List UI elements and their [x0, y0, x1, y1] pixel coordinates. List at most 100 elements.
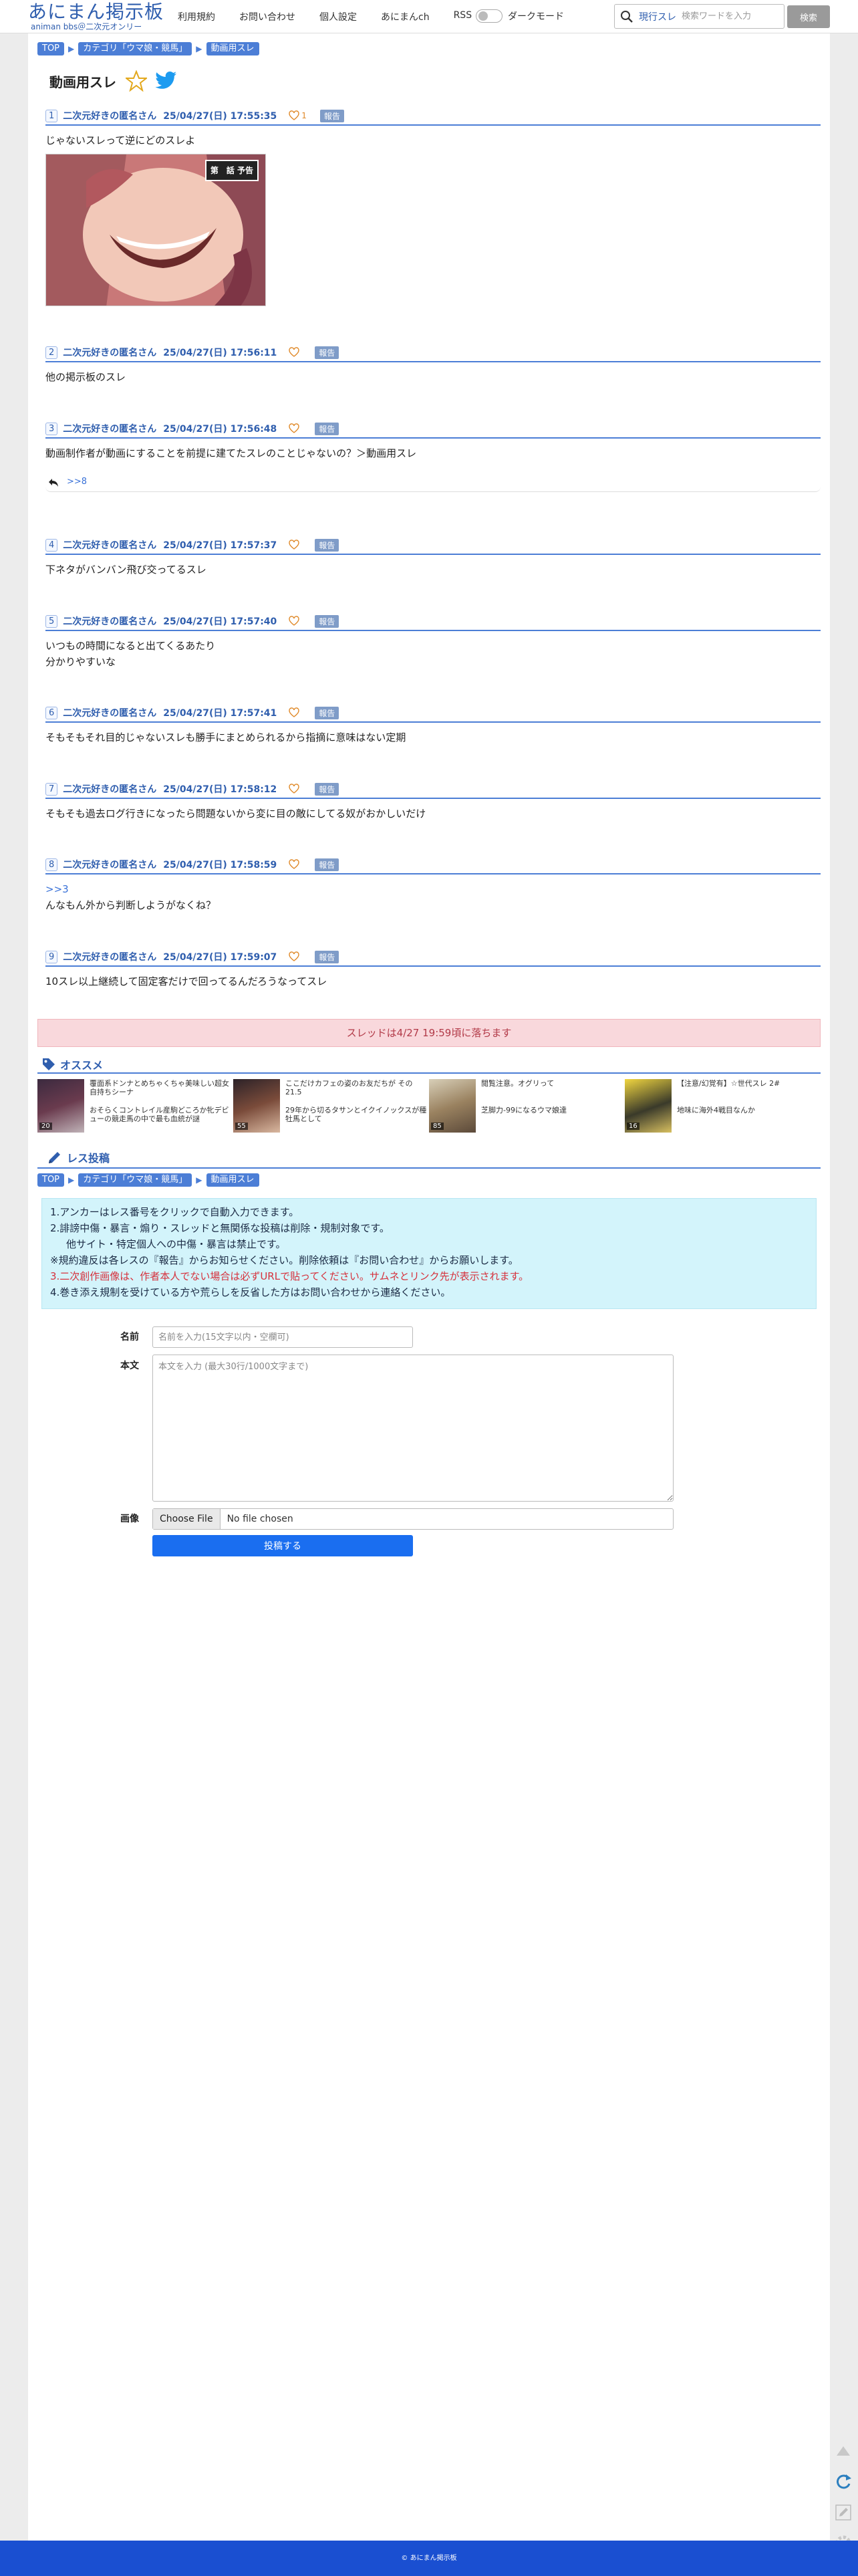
- post-5: 5 二次元好きの匿名さん 25/04/27(日) 17:57:40 報告 いつも…: [37, 612, 821, 670]
- post-date: 25/04/27(日) 17:57:40: [163, 616, 277, 627]
- toggle-switch[interactable]: [476, 9, 503, 23]
- anchor-link[interactable]: >>3: [45, 881, 821, 897]
- favorite-star-icon[interactable]: [124, 70, 148, 92]
- report-button[interactable]: 報告: [319, 109, 344, 122]
- post-header: 4 二次元好きの匿名さん 25/04/27(日) 17:57:37 報告: [45, 536, 821, 555]
- twitter-share-icon[interactable]: [155, 71, 178, 91]
- like-heart-icon[interactable]: [289, 616, 299, 626]
- post-date: 25/04/27(日) 17:58:12: [163, 784, 277, 795]
- post-author: 二次元好きの匿名さん: [63, 708, 157, 719]
- nav-terms[interactable]: 利用規約: [178, 10, 215, 23]
- reload-button[interactable]: [831, 2471, 855, 2495]
- like-heart-icon[interactable]: [289, 347, 299, 358]
- post-form-heading: レス投稿: [37, 1147, 821, 1169]
- breadcrumb-thread[interactable]: 動画用スレ: [206, 1173, 259, 1187]
- post-header: 2 二次元好きの匿名さん 25/04/27(日) 17:56:11 報告: [45, 344, 821, 362]
- comment-count: 16: [627, 1123, 639, 1130]
- search-input[interactable]: [682, 11, 782, 21]
- post-number[interactable]: 9: [45, 950, 58, 963]
- recommend-title-text: おそらくコントレイル産駒どころか牝デビューの競走馬の中で最も血統が謎: [90, 1106, 229, 1123]
- post-image[interactable]: 第 話 予告: [45, 154, 266, 306]
- submit-spacer: [37, 1535, 152, 1556]
- post-number[interactable]: 4: [45, 538, 58, 552]
- post-number[interactable]: 7: [45, 782, 58, 796]
- reply-link[interactable]: >>8: [67, 477, 87, 487]
- search-button[interactable]: 検索: [787, 5, 830, 28]
- write-button[interactable]: [831, 2502, 855, 2526]
- reload-icon: [834, 2472, 853, 2494]
- breadcrumb-top[interactable]: TOP: [37, 1173, 65, 1187]
- report-button[interactable]: 報告: [315, 706, 339, 719]
- file-input[interactable]: Choose File No file chosen: [152, 1508, 674, 1530]
- post-date: 25/04/27(日) 17:59:07: [163, 952, 277, 963]
- site-header: あにまん掲示板 animan bbs＠二次元オンリー 利用規約 お問い合わせ 個…: [0, 0, 858, 33]
- like-heart-icon[interactable]: [289, 707, 299, 718]
- post-author: 二次元好きの匿名さん: [63, 424, 157, 435]
- body-label: 本文: [120, 1361, 139, 1371]
- post-body: じゃないスレって逆にどのスレよ 第 話 予告: [45, 126, 821, 306]
- report-button[interactable]: 報告: [315, 538, 339, 552]
- dark-mode-toggle[interactable]: ダークモード: [476, 9, 564, 23]
- site-logo[interactable]: あにまん掲示板 animan bbs＠二次元オンリー: [28, 1, 164, 32]
- nav-contact[interactable]: お問い合わせ: [239, 10, 295, 23]
- breadcrumb-category[interactable]: カテゴリ「ウマ娘・競馬」: [78, 1173, 192, 1187]
- recommend-title-text: 地味に海外4戦目なんか: [677, 1106, 755, 1115]
- recommend-section: オススメ 20 覆面系ドンナとめちゃくちゃ美味しい超女自持ちシーナ おそらくコン…: [37, 1056, 821, 1135]
- recommend-item[interactable]: 16 【注意/幻覚有】☆世代スレ 2# 地味に海外4戦目なんか: [625, 1079, 821, 1135]
- post-number[interactable]: 6: [45, 706, 58, 719]
- recommend-item[interactable]: 20 覆面系ドンナとめちゃくちゃ美味しい超女自持ちシーナ おそらくコントレイル産…: [37, 1079, 233, 1135]
- search-icon: [615, 5, 639, 29]
- post-header: 5 二次元好きの匿名さん 25/04/27(日) 17:57:40 報告: [45, 612, 821, 631]
- report-button[interactable]: 報告: [315, 858, 339, 871]
- nav-settings[interactable]: 個人設定: [319, 10, 357, 23]
- choose-file-button[interactable]: Choose File: [153, 1509, 221, 1529]
- report-button[interactable]: 報告: [315, 782, 339, 796]
- post-text: んなもん外から判断しようがなくね？: [45, 899, 217, 911]
- recommend-title-text: ここだけカフェの姿のお友だちが その21.5: [285, 1079, 413, 1096]
- thread-expiry-notice: スレッドは4/27 19:59頃に落ちます: [37, 1019, 821, 1047]
- post-4: 4 二次元好きの匿名さん 25/04/27(日) 17:57:37 報告 下ネタ…: [37, 536, 821, 578]
- name-row: 名前: [37, 1326, 413, 1348]
- post-form-section: レス投稿 TOP ▶ カテゴリ「ウマ娘・競馬」 ▶ 動画用スレ 1.アンカーはレ…: [37, 1147, 821, 1309]
- name-label: 名前: [120, 1332, 139, 1342]
- recommend-item[interactable]: 85 閲覧注意。オグリって 芝脚力-99になるウマ娘達: [429, 1079, 625, 1135]
- body-textarea[interactable]: [152, 1355, 674, 1502]
- post-number[interactable]: 5: [45, 614, 58, 628]
- breadcrumb-thread[interactable]: 動画用スレ: [206, 42, 259, 55]
- recommend-text: 覆面系ドンナとめちゃくちゃ美味しい超女自持ちシーナ おそらくコントレイル産駒どこ…: [86, 1079, 233, 1133]
- post-number[interactable]: 8: [45, 858, 58, 871]
- breadcrumb-category[interactable]: カテゴリ「ウマ娘・競馬」: [78, 42, 192, 55]
- submit-post-button[interactable]: 投稿する: [152, 1535, 413, 1556]
- like-heart-icon[interactable]: [289, 784, 299, 794]
- report-button[interactable]: 報告: [315, 950, 339, 963]
- recommend-title-text: 29年から切るタサンとイクイノックスが種牡馬として: [285, 1106, 427, 1123]
- post-header: 6 二次元好きの匿名さん 25/04/27(日) 17:57:41 報告: [45, 704, 821, 723]
- name-field[interactable]: [152, 1326, 413, 1348]
- post-number[interactable]: 1: [45, 109, 58, 122]
- pencil-icon: [834, 2503, 853, 2525]
- recommend-title-text: 【注意/幻覚有】☆世代スレ 2#: [677, 1079, 780, 1088]
- like-count: 1: [301, 111, 307, 120]
- post-text: そもそも過去ログ行きになったら問題ないから変に目の敵にしてる奴がおかしいだけ: [45, 808, 426, 820]
- like-heart-icon[interactable]: [289, 110, 299, 121]
- report-button[interactable]: 報告: [315, 614, 339, 628]
- post-header: 1 二次元好きの匿名さん 25/04/27(日) 17:55:35 1 報告: [45, 107, 821, 126]
- report-button[interactable]: 報告: [315, 422, 339, 435]
- scroll-top-button[interactable]: [831, 2440, 855, 2464]
- report-button[interactable]: 報告: [315, 346, 339, 359]
- body-row: 本文: [37, 1355, 674, 1502]
- post-number[interactable]: 2: [45, 346, 58, 359]
- post-number[interactable]: 3: [45, 422, 58, 435]
- like-heart-icon[interactable]: [289, 540, 299, 550]
- like-heart-icon[interactable]: [289, 951, 299, 962]
- breadcrumb-top[interactable]: TOP: [37, 42, 65, 55]
- search-scope[interactable]: 現行スレ: [639, 10, 676, 23]
- nav-animanch[interactable]: あにまんch: [381, 10, 430, 23]
- recommend-title-text: 閲覧注意。オグリって: [481, 1079, 555, 1088]
- tag-icon: [41, 1057, 56, 1072]
- thumbnail: 20: [37, 1079, 84, 1133]
- like-heart-icon[interactable]: [289, 423, 299, 434]
- nav-rss[interactable]: RSS: [454, 10, 472, 23]
- like-heart-icon[interactable]: [289, 859, 299, 870]
- recommend-item[interactable]: 55 ここだけカフェの姿のお友だちが その21.5 29年から切るタサンとイクイ…: [233, 1079, 429, 1135]
